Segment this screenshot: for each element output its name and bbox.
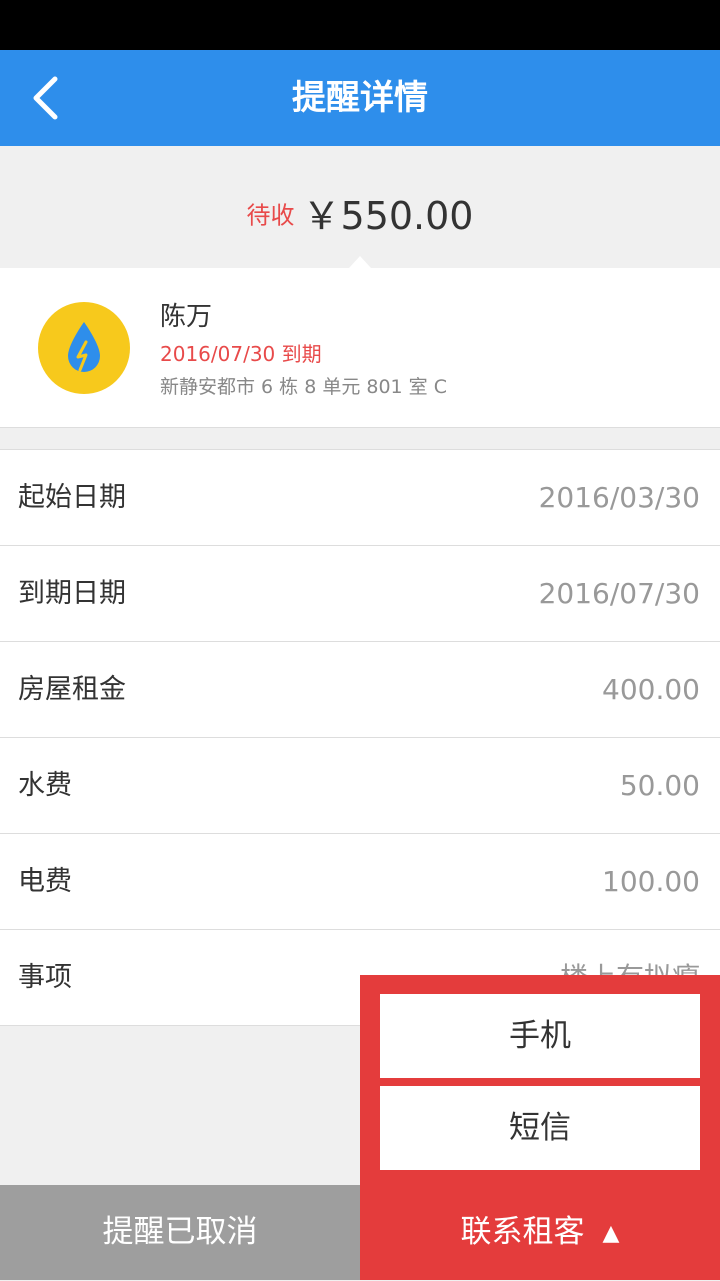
contact-tenant-button[interactable]: 联系租客 ▲ (360, 1185, 720, 1280)
bottom-bar: 提醒已取消 联系租客 ▲ (0, 1185, 720, 1280)
card-pointer (349, 256, 371, 268)
row-label: 事项 (18, 962, 72, 993)
address-text: 新静安都市 6 栋 8 单元 801 室 C (160, 376, 447, 398)
page-title: 提醒详情 (292, 78, 428, 118)
detail-list: 起始日期 2016/03/30 到期日期 2016/07/30 房屋租金 400… (0, 449, 720, 1026)
status-bar (0, 0, 720, 50)
water-drop-lightning-icon (38, 302, 130, 394)
amount-value: ￥550.00 (302, 193, 474, 238)
contact-tenant-label: 联系租客 (460, 1214, 585, 1250)
row-label: 电费 (18, 866, 72, 897)
row-label: 房屋租金 (18, 674, 126, 705)
sms-button[interactable]: 短信 (380, 1086, 700, 1170)
detail-row-electricity: 电费 100.00 (0, 834, 720, 930)
detail-row-start-date: 起始日期 2016/03/30 (0, 450, 720, 546)
row-label: 到期日期 (18, 578, 126, 609)
detail-row-rent: 房屋租金 400.00 (0, 642, 720, 738)
phone-button[interactable]: 手机 (380, 994, 700, 1078)
arrow-up-icon: ▲ (602, 1221, 620, 1246)
tenant-card: 陈万 2016/07/30 到期 新静安都市 6 栋 8 单元 801 室 C (0, 256, 720, 428)
contact-menu: 手机 短信 (360, 975, 720, 1185)
row-value: 50.00 (619, 769, 700, 802)
amount-status-label: 待收 (246, 201, 295, 230)
row-label: 水费 (18, 770, 72, 801)
amount-summary: 待收 ￥550.00 (0, 146, 720, 268)
row-value: 100.00 (602, 865, 700, 898)
detail-row-water: 水费 50.00 (0, 738, 720, 834)
due-date-text: 2016/07/30 到期 (160, 342, 322, 366)
row-label: 起始日期 (18, 482, 126, 513)
tenant-name: 陈万 (160, 302, 213, 332)
row-value: 400.00 (602, 673, 700, 706)
reminder-cancelled-button[interactable]: 提醒已取消 (0, 1185, 360, 1280)
detail-row-end-date: 到期日期 2016/07/30 (0, 546, 720, 642)
title-bar: 提醒详情 (0, 50, 720, 146)
row-value: 2016/03/30 (538, 481, 700, 514)
row-value: 2016/07/30 (538, 577, 700, 610)
